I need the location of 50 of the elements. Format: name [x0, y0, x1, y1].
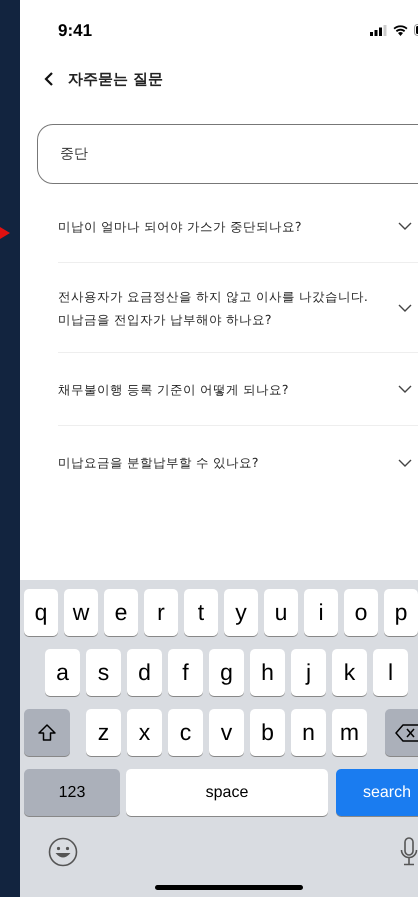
faq-item[interactable]: 미납요금을 분할납부할 수 있나요?: [58, 426, 418, 499]
microphone-icon[interactable]: [400, 837, 418, 867]
keyboard-key[interactable]: n: [291, 709, 326, 756]
faq-item[interactable]: 채무불이행 등록 기준이 어떻게 되나요?: [58, 353, 418, 426]
keyboard-key[interactable]: y: [224, 589, 258, 636]
status-time: 9:41: [58, 21, 92, 41]
keyboard-key[interactable]: k: [332, 649, 367, 696]
keyboard-key[interactable]: m: [332, 709, 367, 756]
keyboard-key[interactable]: p: [384, 589, 418, 636]
faq-question: 미납요금을 분할납부할 수 있나요?: [58, 454, 259, 472]
back-icon[interactable]: [44, 71, 54, 87]
keyboard-key[interactable]: l: [373, 649, 408, 696]
keyboard-key[interactable]: x: [127, 709, 162, 756]
backspace-key[interactable]: [385, 709, 418, 756]
keyboard-key[interactable]: c: [168, 709, 203, 756]
keyboard-key[interactable]: s: [86, 649, 121, 696]
arrow-icon: [0, 227, 10, 239]
faq-question: 채무불이행 등록 기준이 어떻게 되나요?: [58, 380, 289, 398]
keyboard-key[interactable]: q: [24, 589, 58, 636]
backspace-icon: [395, 724, 418, 742]
emoji-icon[interactable]: [48, 837, 78, 867]
search-key[interactable]: search: [336, 769, 418, 816]
keyboard-key[interactable]: t: [184, 589, 218, 636]
keyboard-key[interactable]: h: [250, 649, 285, 696]
keyboard-key[interactable]: j: [291, 649, 326, 696]
signal-icon: [370, 24, 387, 36]
keyboard-key[interactable]: a: [45, 649, 80, 696]
keyboard-key[interactable]: d: [127, 649, 162, 696]
faq-question: 미납이 얼마나 되어야 가스가 중단되나요?: [58, 218, 302, 236]
keyboard-key[interactable]: g: [209, 649, 244, 696]
keyboard-key[interactable]: b: [250, 709, 285, 756]
keyboard-key[interactable]: u: [264, 589, 298, 636]
shift-key[interactable]: [24, 709, 70, 756]
shift-icon: [37, 722, 57, 742]
page-title: 자주묻는 질문: [68, 70, 164, 88]
keyboard-key[interactable]: v: [209, 709, 244, 756]
faq-question: 전사용자가 요금정산을 하지 않고 이사를 나갔습니다. 미납금을 전입자가 납부해야 하나요?: [58, 288, 368, 328]
keyboard-key[interactable]: w: [64, 589, 98, 636]
keyboard-key[interactable]: r: [144, 589, 178, 636]
keyboard-key[interactable]: e: [104, 589, 138, 636]
keyboard-key[interactable]: z: [86, 709, 121, 756]
space-key[interactable]: space: [126, 769, 328, 816]
search-field[interactable]: 중단: [37, 124, 418, 184]
keyboard-key[interactable]: o: [344, 589, 378, 636]
keyboard-key[interactable]: f: [168, 649, 203, 696]
wifi-icon: [393, 24, 408, 36]
faq-item[interactable]: 전사용자가 요금정산을 하지 않고 이사를 나갔습니다. 미납금을 전입자가 납부해야 하나요?: [58, 263, 418, 353]
numbers-key[interactable]: 123: [24, 769, 120, 816]
keyboard-key[interactable]: i: [304, 589, 338, 636]
faq-item[interactable]: 미납이 얼마나 되어야 가스가 중단되나요?: [58, 190, 418, 263]
